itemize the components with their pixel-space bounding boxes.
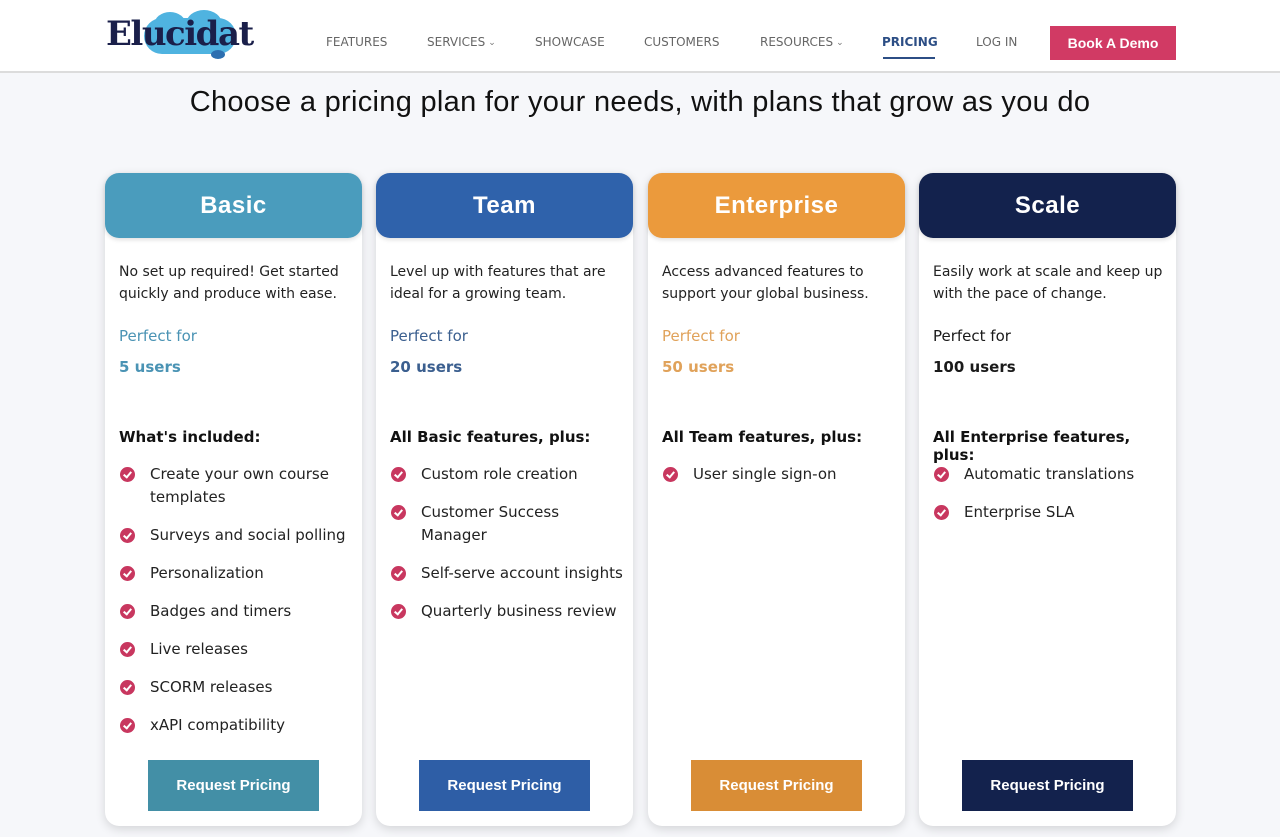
feature-item: SCORM releases	[119, 676, 355, 699]
nav-showcase[interactable]: SHOWCASE	[535, 35, 605, 49]
nav-log-in[interactable]: LOG IN	[976, 35, 1017, 49]
feature-text: User single sign-on	[693, 465, 837, 483]
check-circle-icon	[934, 505, 949, 520]
feature-item: User single sign-on	[662, 463, 898, 486]
included-heading: What's included:	[119, 428, 261, 446]
feature-item: Create your own course templates	[119, 463, 355, 509]
plan-user-count: 50 users	[662, 358, 735, 376]
check-circle-icon	[663, 467, 678, 482]
included-heading: All Enterprise features, plus:	[933, 428, 1131, 464]
check-circle-icon	[120, 467, 135, 482]
nav-features[interactable]: FEATURES	[326, 35, 387, 49]
feature-text: Create your own course templates	[150, 465, 329, 506]
plan-card-scale: Scale Easily work at scale and keep up wi…	[919, 173, 1176, 826]
feature-list: Create your own course templates Surveys …	[119, 463, 355, 752]
feature-text: SCORM releases	[150, 678, 273, 696]
nav-services[interactable]: SERVICES ⌄	[427, 35, 496, 49]
book-demo-button[interactable]: Book A Demo	[1050, 26, 1176, 60]
check-circle-icon	[120, 566, 135, 581]
nav-label: CUSTOMERS	[644, 35, 720, 49]
feature-text: Self-serve account insights	[421, 564, 623, 582]
perfect-for-label: Perfect for	[933, 327, 1011, 345]
nav-label: FEATURES	[326, 35, 388, 49]
included-heading: All Basic features, plus:	[390, 428, 591, 446]
request-pricing-button[interactable]: Request Pricing	[148, 760, 319, 811]
feature-list: Automatic translations Enterprise SLA	[933, 463, 1169, 539]
feature-item: xAPI compatibility	[119, 714, 355, 737]
feature-text: Automatic translations	[964, 465, 1135, 483]
plan-title: Basic	[105, 173, 362, 238]
feature-text: Customer Success Manager	[421, 503, 560, 544]
plan-user-count: 5 users	[119, 358, 181, 376]
logo-text: Elucidat	[106, 14, 254, 54]
plan-user-count: 100 users	[933, 358, 1016, 376]
plan-card-enterprise: Enterprise Access advanced features to su…	[648, 173, 905, 826]
nav-label: LOG IN	[976, 35, 1018, 49]
elucidat-logo[interactable]: Elucidat	[106, 10, 254, 60]
feature-item: Customer Success Manager	[390, 501, 626, 547]
feature-text: Enterprise SLA	[964, 503, 1075, 521]
feature-text: Badges and timers	[150, 602, 292, 620]
plan-description: Easily work at scale and keep up with th…	[933, 264, 1163, 302]
nav-resources[interactable]: RESOURCES ⌄	[760, 35, 844, 49]
request-pricing-button[interactable]: Request Pricing	[962, 760, 1133, 811]
feature-text: Personalization	[150, 564, 264, 582]
feature-item: Custom role creation	[390, 463, 626, 486]
feature-item: Automatic translations	[933, 463, 1169, 486]
feature-text: xAPI compatibility	[150, 716, 285, 734]
feature-list: User single sign-on	[662, 463, 898, 501]
check-circle-icon	[391, 505, 406, 520]
feature-item: Enterprise SLA	[933, 501, 1169, 524]
nav-pricing[interactable]: PRICING	[882, 35, 938, 59]
check-circle-icon	[120, 528, 135, 543]
feature-text: Live releases	[150, 640, 248, 658]
nav-label: RESOURCES	[760, 35, 834, 49]
plan-card-team: Team Level up with features that are idea…	[376, 173, 633, 826]
request-pricing-button[interactable]: Request Pricing	[419, 760, 590, 811]
feature-text: Surveys and social polling	[150, 526, 346, 544]
plan-title: Scale	[919, 173, 1176, 238]
plan-user-count: 20 users	[390, 358, 463, 376]
check-circle-icon	[120, 604, 135, 619]
perfect-for-label: Perfect for	[662, 327, 740, 345]
perfect-for-label: Perfect for	[390, 327, 468, 345]
check-circle-icon	[934, 467, 949, 482]
check-circle-icon	[120, 718, 135, 733]
nav-label: PRICING	[882, 35, 938, 49]
check-circle-icon	[391, 604, 406, 619]
plan-description: Access advanced features to support your…	[662, 264, 869, 302]
feature-item: Self-serve account insights	[390, 562, 626, 585]
perfect-for-label: Perfect for	[119, 327, 197, 345]
check-circle-icon	[391, 467, 406, 482]
feature-item: Badges and timers	[119, 600, 355, 623]
feature-text: Custom role creation	[421, 465, 578, 483]
page-title: Choose a pricing plan for your needs, wi…	[189, 86, 1091, 118]
feature-item: Live releases	[119, 638, 355, 661]
included-heading: All Team features, plus:	[662, 428, 863, 446]
site-header: Elucidat FEATURES SERVICES ⌄ SHOWCASE CUS…	[0, 0, 1280, 73]
check-circle-icon	[391, 566, 406, 581]
feature-list: Custom role creation Customer Success Man…	[390, 463, 626, 638]
nav-customers[interactable]: CUSTOMERS	[644, 35, 719, 49]
chevron-down-icon: ⌄	[488, 38, 496, 48]
check-circle-icon	[120, 680, 135, 695]
plan-description: Level up with features that are ideal fo…	[390, 264, 606, 302]
plan-title: Enterprise	[648, 173, 905, 238]
feature-item: Surveys and social polling	[119, 524, 355, 547]
nav-label: SERVICES	[427, 35, 486, 49]
plan-card-basic: Basic No set up required! Get started qui…	[105, 173, 362, 826]
plan-title: Team	[376, 173, 633, 238]
plan-description: No set up required! Get started quickly …	[119, 264, 339, 302]
feature-item: Quarterly business review	[390, 600, 626, 623]
feature-item: Personalization	[119, 562, 355, 585]
request-pricing-button[interactable]: Request Pricing	[691, 760, 862, 811]
check-circle-icon	[120, 642, 135, 657]
chevron-down-icon: ⌄	[836, 38, 844, 48]
feature-text: Quarterly business review	[421, 602, 617, 620]
nav-label: SHOWCASE	[535, 35, 605, 49]
